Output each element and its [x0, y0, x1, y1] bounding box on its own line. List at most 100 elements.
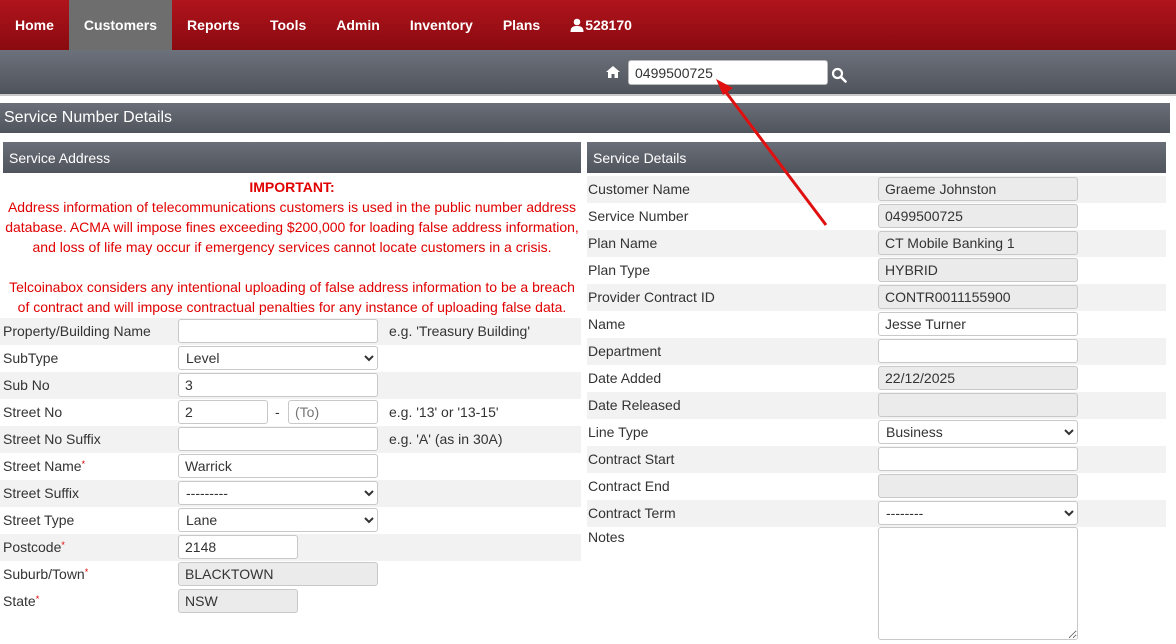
contract-term-label: Contract Term	[588, 505, 676, 521]
line-type-label: Line Type	[588, 424, 649, 440]
search-input[interactable]	[628, 60, 828, 85]
nav-admin[interactable]: Admin	[321, 0, 395, 50]
street-no-to-input[interactable]	[288, 400, 378, 424]
suburb-label: Suburb/Town*	[3, 566, 89, 582]
nav-reports[interactable]: Reports	[172, 0, 255, 50]
plan-name-label: Plan Name	[588, 235, 658, 251]
important-title: IMPORTANT:	[249, 179, 335, 195]
street-type-label: Street Type	[3, 512, 75, 528]
row-sub-no: Sub No	[0, 372, 581, 399]
row-provider-contract-id: Provider Contract ID	[587, 284, 1166, 311]
customer-name-label: Customer Name	[588, 181, 690, 197]
department-label: Department	[588, 343, 662, 359]
contract-start-label: Contract Start	[588, 451, 675, 467]
street-no-label: Street No	[3, 404, 63, 420]
row-street-type: Street Type Lane	[0, 507, 581, 534]
date-released-label: Date Released	[588, 397, 681, 413]
state-input	[178, 589, 298, 613]
row-street-suffix: Street Suffix ---------	[0, 480, 581, 507]
contract-start-input[interactable]	[878, 447, 1078, 471]
row-date-added: Date Added	[587, 365, 1166, 392]
date-released-input	[878, 393, 1078, 417]
street-no-suffix-hint: e.g. 'A' (as in 30A)	[389, 431, 503, 447]
street-no-suffix-input[interactable]	[178, 427, 378, 451]
row-plan-name: Plan Name	[587, 230, 1166, 257]
page-title: Service Number Details	[0, 103, 1170, 133]
row-customer-name: Customer Name	[587, 176, 1166, 203]
state-label: State*	[3, 593, 40, 609]
nav-inventory[interactable]: Inventory	[395, 0, 488, 50]
row-property-name: Property/Building Name e.g. 'Treasury Bu…	[0, 318, 581, 345]
street-name-label: Street Name*	[3, 458, 86, 474]
row-postcode: Postcode*	[0, 534, 581, 561]
row-state: State*	[0, 588, 581, 615]
row-subtype: SubType Level	[0, 345, 581, 372]
row-plan-type: Plan Type	[587, 257, 1166, 284]
street-name-input[interactable]	[178, 454, 378, 478]
service-address-header: Service Address	[3, 142, 581, 173]
row-street-name: Street Name*	[0, 453, 581, 480]
contract-term-select[interactable]: --------	[878, 501, 1078, 525]
plan-type-input	[878, 258, 1078, 282]
row-contract-start: Contract Start	[587, 446, 1166, 473]
date-added-input	[878, 366, 1078, 390]
provider-contract-id-input	[878, 285, 1078, 309]
row-contract-end: Contract End	[587, 473, 1166, 500]
required-marker: *	[61, 540, 65, 550]
plan-name-input	[878, 231, 1078, 255]
required-marker: *	[84, 567, 89, 577]
search-icon[interactable]	[831, 67, 847, 83]
property-name-input[interactable]	[178, 319, 378, 343]
suburb-input	[178, 562, 378, 586]
street-suffix-label: Street Suffix	[3, 485, 80, 501]
street-type-select[interactable]: Lane	[178, 508, 378, 532]
nav-customers[interactable]: Customers	[68, 0, 173, 50]
nav-home[interactable]: Home	[0, 0, 69, 50]
customer-name-input	[878, 177, 1078, 201]
row-line-type: Line Type Business	[587, 419, 1166, 446]
sub-no-label: Sub No	[3, 377, 50, 393]
nav-user-account[interactable]: 528170	[555, 0, 647, 50]
important-notice: IMPORTANT: Address information of teleco…	[3, 177, 581, 317]
contract-end-label: Contract End	[588, 478, 670, 494]
property-name-label: Property/Building Name	[3, 323, 151, 339]
row-date-released: Date Released	[587, 392, 1166, 419]
nav-tools[interactable]: Tools	[255, 0, 321, 50]
line-type-select[interactable]: Business	[878, 420, 1078, 444]
postcode-input[interactable]	[178, 535, 298, 559]
service-number-input	[878, 204, 1078, 228]
name-label: Name	[588, 316, 626, 332]
row-street-no-suffix: Street No Suffix e.g. 'A' (as in 30A)	[0, 426, 581, 453]
sub-no-input[interactable]	[178, 373, 378, 397]
home-icon[interactable]	[606, 66, 620, 78]
search-bar	[0, 50, 1176, 94]
property-name-hint: e.g. 'Treasury Building'	[389, 323, 531, 339]
row-street-no: Street No - e.g. '13' or '13-15'	[0, 399, 581, 426]
important-text-penalties: Telcoinabox considers any intentional up…	[9, 279, 575, 315]
date-added-label: Date Added	[588, 370, 662, 386]
street-no-separator: -	[275, 404, 280, 420]
street-no-from-input[interactable]	[178, 400, 268, 424]
plan-type-label: Plan Type	[588, 262, 651, 278]
required-marker: *	[35, 594, 40, 604]
user-icon	[570, 18, 584, 32]
subtype-label: SubType	[3, 350, 59, 366]
row-service-number: Service Number	[587, 203, 1166, 230]
row-name: Name	[587, 311, 1166, 338]
provider-contract-id-label: Provider Contract ID	[588, 289, 715, 305]
street-suffix-select[interactable]: ---------	[178, 481, 378, 505]
notes-label: Notes	[588, 529, 625, 545]
notes-textarea[interactable]	[878, 527, 1078, 640]
service-number-label: Service Number	[588, 208, 689, 224]
service-details-header: Service Details	[587, 142, 1166, 173]
contract-end-input	[878, 474, 1078, 498]
subtype-select[interactable]: Level	[178, 346, 378, 370]
required-marker: *	[81, 459, 86, 469]
row-notes: Notes	[587, 527, 1166, 642]
nav-plans[interactable]: Plans	[488, 0, 555, 50]
top-navigation: Home Customers Reports Tools Admin Inven…	[0, 0, 1176, 50]
name-input[interactable]	[878, 312, 1078, 336]
street-no-suffix-label: Street No Suffix	[3, 431, 101, 447]
department-input[interactable]	[878, 339, 1078, 363]
row-contract-term: Contract Term --------	[587, 500, 1166, 527]
